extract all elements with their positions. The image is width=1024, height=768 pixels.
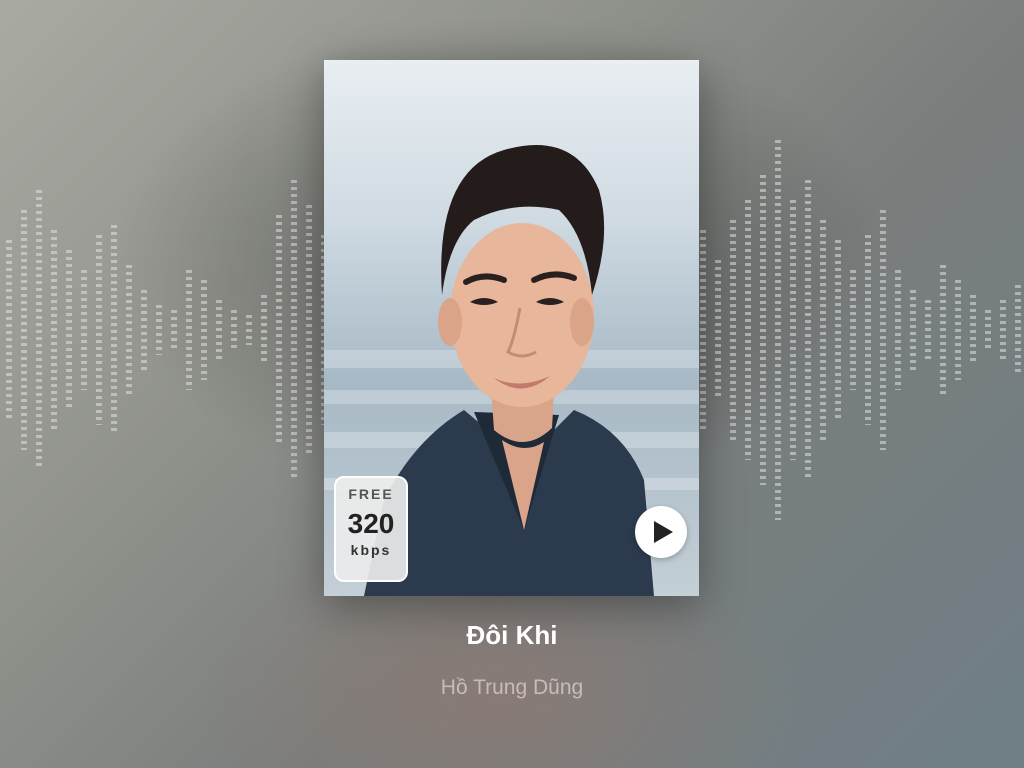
waveform-bar <box>291 180 297 480</box>
waveform-bar <box>261 295 267 365</box>
waveform-bar <box>201 280 207 380</box>
waveform-bar <box>306 205 312 455</box>
waveform-bar <box>111 225 117 435</box>
waveform-bar <box>216 300 222 360</box>
waveform-bar <box>820 220 826 440</box>
waveform-bar <box>940 265 946 395</box>
waveform-bar <box>970 295 976 365</box>
badge-bitrate: 320 <box>347 508 395 539</box>
waveform-bar <box>246 315 252 345</box>
waveform-bar <box>775 140 781 520</box>
waveform-bar <box>865 235 871 425</box>
waveform-bar <box>141 290 147 370</box>
play-icon <box>654 521 673 543</box>
waveform-bar <box>880 210 886 450</box>
waveform-bar <box>985 310 991 350</box>
waveform-bar <box>36 190 42 470</box>
waveform-bar <box>895 270 901 390</box>
waveform-bar <box>805 180 811 480</box>
badge-tier: FREE <box>348 486 394 502</box>
song-artist[interactable]: Hồ Trung Dũng <box>0 676 1024 700</box>
waveform-bar <box>760 175 766 485</box>
waveform-bar <box>745 200 751 460</box>
waveform-right <box>700 80 1024 580</box>
waveform-bar <box>171 310 177 350</box>
waveform-bar <box>96 235 102 425</box>
waveform-bar <box>6 240 12 420</box>
waveform-bar <box>910 290 916 370</box>
waveform-bar <box>231 310 237 350</box>
waveform-bar <box>925 300 931 360</box>
waveform-bar <box>700 230 706 430</box>
waveform-bar <box>81 270 87 390</box>
quality-badge: FREE 320 kbps <box>334 476 408 582</box>
waveform-bar <box>276 215 282 445</box>
waveform-bar <box>51 230 57 430</box>
waveform-bar <box>835 240 841 420</box>
waveform-bar <box>126 265 132 395</box>
album-cover[interactable]: FREE 320 kbps <box>324 60 699 596</box>
badge-unit: kbps <box>350 542 392 558</box>
song-title: Đôi Khi <box>466 620 558 650</box>
waveform-bar <box>1015 285 1021 375</box>
waveform-bar <box>156 305 162 355</box>
waveform-bar <box>955 280 961 380</box>
waveform-bar <box>1000 300 1006 360</box>
waveform-bar <box>715 260 721 400</box>
play-button[interactable] <box>635 506 687 558</box>
waveform-bar <box>730 220 736 440</box>
waveform-left <box>6 80 357 580</box>
waveform-bar <box>186 270 192 390</box>
waveform-bar <box>790 200 796 460</box>
waveform-bar <box>850 270 856 390</box>
waveform-bar <box>66 250 72 410</box>
waveform-bar <box>21 210 27 450</box>
